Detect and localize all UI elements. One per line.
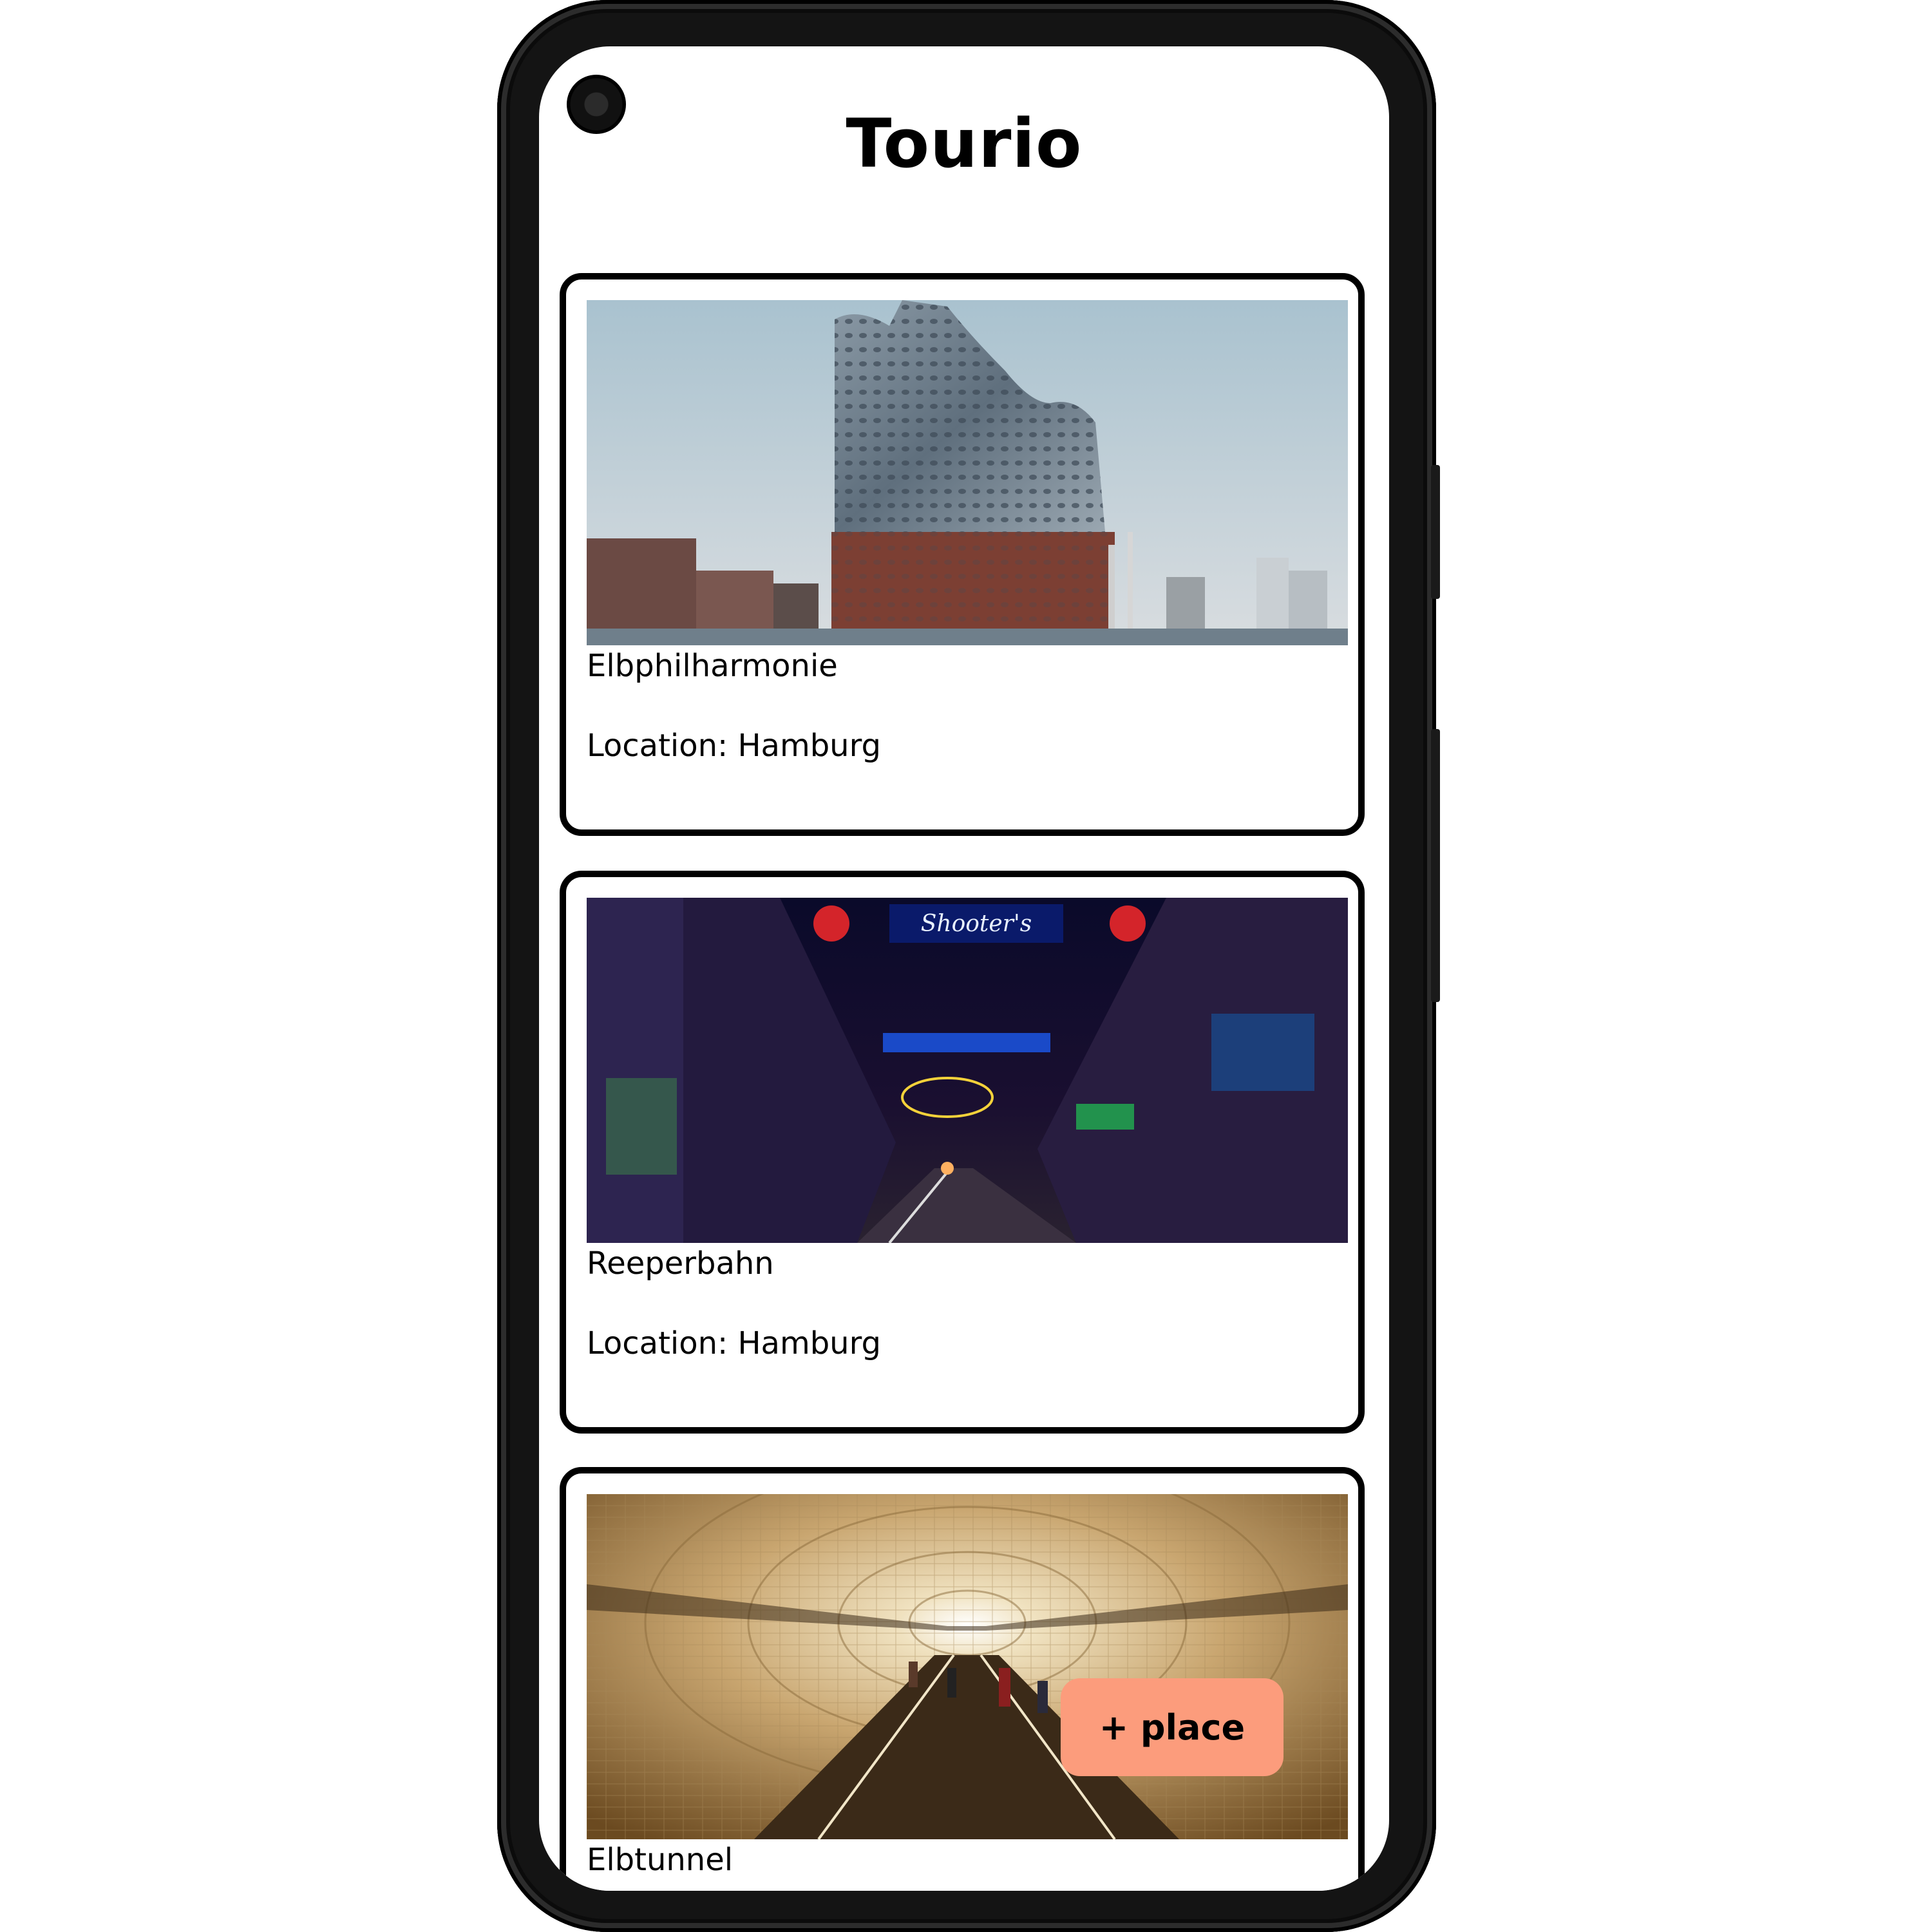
place-location: Location: Hamburg [587,728,881,764]
add-place-button[interactable]: + place [1061,1678,1283,1776]
app-screen: Tourio Elbphilharmonie Location: Hamburg… [539,46,1389,1891]
place-card[interactable]: Shooter's Reeperbahn Location: Hamburg [560,871,1365,1434]
place-image-reeperbahn: Shooter's [587,898,1348,1243]
place-name: Elbphilharmonie [587,648,838,684]
front-camera [567,75,626,134]
power-button [1431,729,1440,1002]
place-card[interactable]: Elbphilharmonie Location: Hamburg [560,273,1365,836]
place-image-elbtunnel [587,1494,1348,1839]
place-name: Elbtunnel [587,1842,734,1878]
place-location: Location: Hamburg [587,1325,881,1361]
volume-button [1431,465,1440,599]
place-image-elbphilharmonie [587,300,1348,645]
device-mockup: Tourio Elbphilharmonie Location: Hamburg… [0,0,1932,1932]
svg-text:Shooter's: Shooter's [921,911,1032,937]
page-title: Tourio [846,104,1083,183]
place-name: Reeperbahn [587,1245,774,1282]
